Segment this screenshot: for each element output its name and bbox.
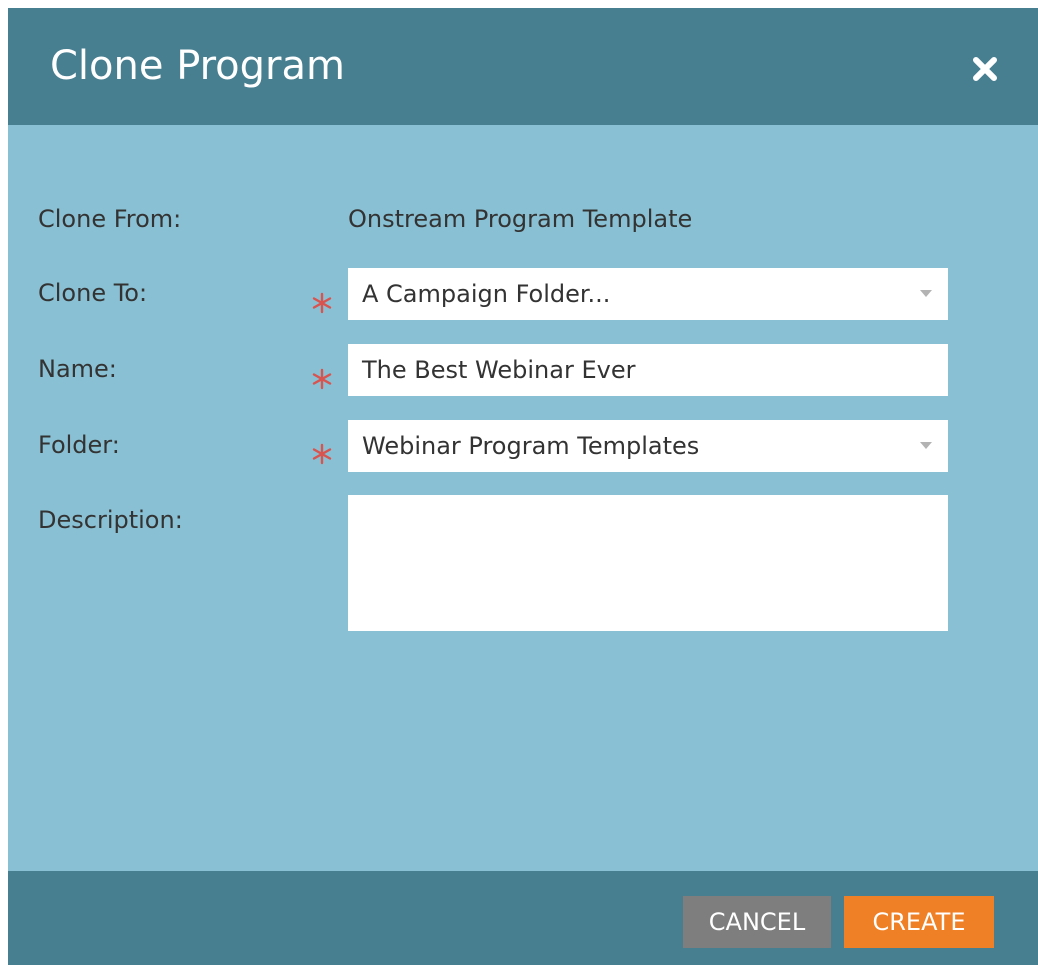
name-input[interactable]: The Best Webinar Ever	[348, 344, 948, 396]
clone-program-dialog: Clone Program Clone From: Onstream Progr…	[8, 8, 1038, 965]
chevron-down-icon	[920, 442, 932, 449]
folder-select[interactable]: Webinar Program Templates	[348, 420, 948, 472]
clone-from-value: Onstream Program Template	[348, 205, 693, 233]
clone-from-label: Clone From:	[38, 205, 182, 233]
required-asterisk-icon	[311, 443, 333, 465]
close-icon[interactable]	[970, 54, 1000, 84]
required-asterisk-icon	[311, 292, 333, 314]
dialog-header: Clone Program	[8, 8, 1038, 125]
dialog-footer: CANCEL CREATE	[8, 871, 1038, 965]
window-top-edge	[8, 0, 1038, 8]
window-top-edge-tab	[8, 0, 280, 8]
folder-select-value: Webinar Program Templates	[362, 432, 700, 460]
required-asterisk-icon	[311, 368, 333, 390]
clone-to-label: Clone To:	[38, 279, 148, 307]
dialog-title: Clone Program	[50, 43, 345, 89]
description-label: Description:	[38, 506, 183, 534]
chevron-down-icon	[920, 290, 932, 297]
name-label: Name:	[38, 355, 117, 383]
cancel-button[interactable]: CANCEL	[683, 896, 831, 948]
name-input-value: The Best Webinar Ever	[362, 356, 636, 384]
folder-label: Folder:	[38, 431, 120, 459]
clone-to-select-value: A Campaign Folder...	[362, 280, 611, 308]
create-button[interactable]: CREATE	[844, 896, 994, 948]
clone-to-select[interactable]: A Campaign Folder...	[348, 268, 948, 320]
description-textarea[interactable]	[348, 495, 948, 631]
